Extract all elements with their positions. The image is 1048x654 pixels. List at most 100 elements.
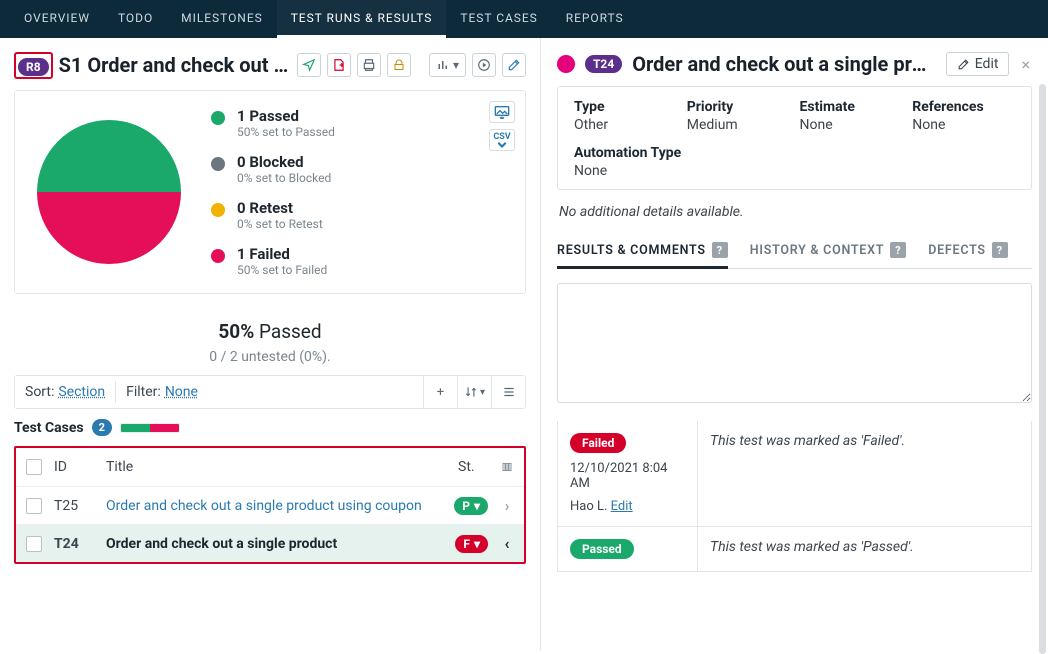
status-letter: F [463, 537, 470, 551]
result-row: Passed This test was marked as 'Passed'. [557, 527, 1032, 572]
row-title: Order and check out a single product [106, 536, 443, 552]
status-letter: P [462, 499, 470, 513]
legend-sub: 0% set to Retest [237, 217, 323, 231]
sort-label: Sort: [25, 384, 54, 400]
left-panel: R8 S1 Order and check out a … [0, 38, 540, 650]
detail-header: T24 Order and check out a single prod… E… [541, 38, 1048, 86]
comment-input[interactable] [557, 283, 1032, 403]
nav-tab-overview[interactable]: OVERVIEW [10, 0, 104, 38]
sort-options-button[interactable]: ▾ [457, 376, 491, 408]
meta-references: ReferencesNone [912, 99, 1015, 133]
col-id: ID [54, 459, 94, 475]
row-id: T25 [54, 498, 94, 514]
caret-down-icon: ▾ [474, 537, 480, 551]
filter-segment: Filter: None [116, 384, 208, 400]
pct-subtext: 0 / 2 untested (0%). [14, 349, 526, 365]
print-icon[interactable] [357, 53, 381, 77]
nav-tab-milestones[interactable]: MILESTONES [167, 0, 277, 38]
edit-run-icon[interactable] [502, 53, 526, 77]
columns-button[interactable] [500, 461, 514, 473]
legend-title: 0 Retest [237, 199, 323, 217]
export-icon[interactable] [327, 53, 351, 77]
legend-title: 0 Blocked [237, 153, 331, 171]
legend-passed: 1 Passed50% set to Passed [211, 107, 335, 139]
legend-sub: 0% set to Blocked [237, 171, 331, 185]
row-checkbox[interactable] [26, 536, 42, 552]
meta-grid: TypeOther PriorityMedium EstimateNone Re… [557, 86, 1032, 190]
row-checkbox[interactable] [26, 498, 42, 514]
status-pill-fail[interactable]: F▾ [455, 535, 488, 553]
top-nav: OVERVIEW TODO MILESTONES TEST RUNS & RES… [0, 0, 1048, 38]
scrollbar[interactable] [1039, 84, 1046, 654]
run-header: R8 S1 Order and check out a … [14, 50, 526, 80]
help-icon[interactable]: ? [890, 242, 906, 258]
case-title: Order and check out a single prod… [632, 52, 936, 76]
download-image-icon[interactable] [489, 101, 515, 123]
caret-down-icon: ▾ [480, 387, 485, 398]
table-row[interactable]: T24 Order and check out a single product… [16, 524, 524, 562]
filter-label: Filter: [126, 384, 161, 400]
select-all-checkbox[interactable] [26, 459, 42, 475]
summary-percent: 50% Passed 0 / 2 untested (0%). [14, 320, 526, 365]
dot-blocked-icon [211, 157, 225, 171]
legend-sub: 50% set to Failed [237, 263, 327, 277]
dot-retest-icon [211, 203, 225, 217]
detail-panel: T24 Order and check out a single prod… E… [540, 38, 1048, 650]
result-row: Failed 12/10/2021 8:04 AM Hao L. Edit Th… [557, 421, 1032, 527]
sort-segment: Sort: Section [15, 384, 115, 400]
tab-defects[interactable]: DEFECTS? [928, 236, 1008, 269]
row-title-link[interactable]: Order and check out a single product usi… [106, 498, 442, 514]
sort-value-link[interactable]: Section [58, 384, 105, 400]
run-badge-highlight: R8 [14, 52, 53, 79]
result-badge-failed: Failed [570, 433, 626, 453]
nav-tab-reports[interactable]: REPORTS [552, 0, 638, 38]
table-row[interactable]: T25 Order and check out a single product… [16, 486, 524, 524]
csv-label: CSV [493, 133, 510, 142]
summary-card: CSV 1 Passed50% set to Passed [14, 90, 526, 294]
filter-value-link[interactable]: None [165, 384, 198, 400]
play-icon[interactable] [472, 53, 496, 77]
lock-icon[interactable] [387, 53, 411, 77]
tab-history[interactable]: HISTORY & CONTEXT? [750, 236, 906, 269]
row-id: T24 [54, 536, 94, 552]
edit-button[interactable]: Edit [946, 52, 1010, 76]
help-icon[interactable]: ? [992, 242, 1008, 258]
status-pill-pass[interactable]: P▾ [454, 497, 488, 515]
legend-failed: 1 Failed50% set to Failed [211, 245, 335, 277]
result-message: This test was marked as 'Passed'. [698, 527, 1031, 571]
result-edit-link[interactable]: Edit [611, 499, 633, 514]
meta-priority: PriorityMedium [687, 99, 790, 133]
legend-title: 1 Failed [237, 245, 327, 263]
nav-tab-testcases[interactable]: TEST CASES [446, 0, 551, 38]
display-options-button[interactable] [491, 376, 525, 408]
table-header-row: ID Title St. [16, 448, 524, 486]
test-cases-header: Test Cases 2 [14, 419, 526, 436]
tc-count-badge: 2 [92, 419, 112, 436]
close-button[interactable]: × [1019, 55, 1032, 74]
legend-title: 1 Passed [237, 107, 335, 125]
help-icon[interactable]: ? [712, 242, 728, 258]
collapse-row-icon[interactable]: ‹ [500, 534, 514, 553]
pct-value: 50% [218, 320, 254, 343]
result-message: This test was marked as 'Failed'. [698, 421, 1031, 526]
col-status: St. [458, 459, 488, 475]
tab-results[interactable]: RESULTS & COMMENTS? [557, 236, 728, 269]
nav-tab-testruns[interactable]: TEST RUNS & RESULTS [277, 0, 447, 38]
nav-tab-todo[interactable]: TODO [104, 0, 167, 38]
legend-sub: 50% set to Passed [237, 125, 335, 139]
pct-label: Passed [259, 320, 322, 343]
share-icon[interactable] [297, 53, 321, 77]
status-legend: 1 Passed50% set to Passed 0 Blocked0% se… [211, 107, 335, 277]
dot-failed-icon [211, 249, 225, 263]
chart-type-button[interactable]: ▾ [429, 53, 466, 77]
edit-label: Edit [975, 56, 999, 72]
tc-header-label: Test Cases [14, 420, 84, 436]
tc-minibar [120, 423, 180, 433]
meta-estimate: EstimateNone [800, 99, 903, 133]
download-csv-icon[interactable]: CSV [489, 129, 515, 151]
run-title: S1 Order and check out a … [59, 53, 289, 77]
meta-automation: Automation TypeNone [574, 145, 790, 179]
case-badge: T24 [585, 55, 622, 73]
add-button[interactable]: + [423, 376, 457, 408]
expand-row-icon[interactable]: › [500, 496, 514, 515]
